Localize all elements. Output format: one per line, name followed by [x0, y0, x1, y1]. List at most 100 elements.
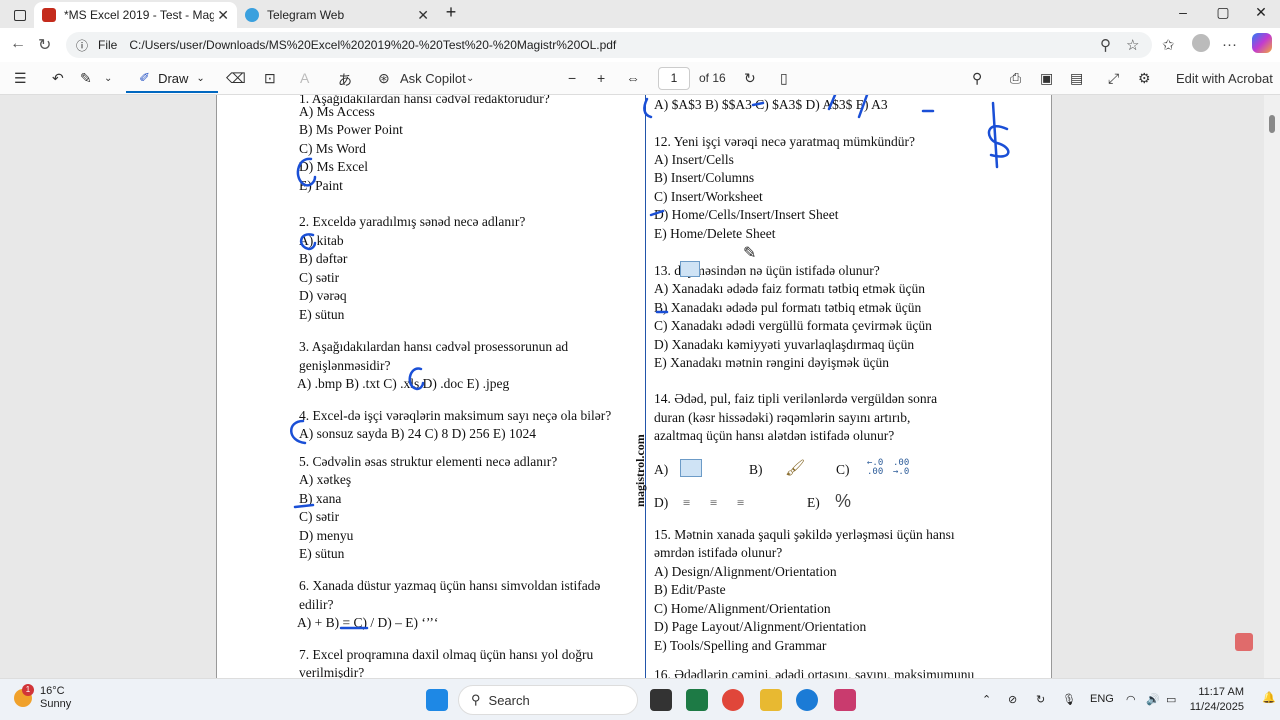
text-line: E) Xanadakı mətnin rəngini dəyişmək üçün: [654, 355, 890, 370]
column-divider: [645, 95, 646, 678]
text-line: B) Ms Power Point: [299, 122, 403, 137]
battery-icon[interactable]: ▭: [1166, 693, 1176, 706]
minimize-button[interactable]: –: [1168, 4, 1198, 20]
edge-icon[interactable]: [796, 689, 818, 711]
close-tab-icon[interactable]: ✕: [417, 7, 429, 24]
clock[interactable]: 11:17 AM 11/24/2025: [1190, 685, 1244, 715]
eraser-icon[interactable]: ⌫: [226, 70, 246, 87]
taskbar-search[interactable]: ⚲ Search: [458, 685, 638, 715]
text-line: edilir?: [299, 597, 334, 612]
text-line: 2. Exceldə yaradılmış sənəd necə adlanır…: [299, 214, 526, 229]
save-pdf-badge-icon[interactable]: [1235, 633, 1253, 651]
draw-button[interactable]: ✐ Draw ⌄: [126, 65, 218, 93]
text-line: əmrdən istifadə olunur?: [654, 545, 783, 560]
align-left-icon: ≡: [683, 495, 691, 510]
text-line: C) Insert/Worksheet: [654, 189, 763, 204]
language-indicator[interactable]: ENG: [1090, 693, 1114, 705]
sun-icon: 1: [14, 684, 34, 707]
zoom-in-icon[interactable]: +: [597, 70, 605, 86]
page-view-icon[interactable]: ▯: [780, 70, 788, 87]
temperature: 16°C: [40, 685, 65, 697]
location-off-icon[interactable]: ⊘: [1008, 693, 1017, 706]
text-line: 15. Mətnin xanada şaquli şəkildə yerləşm…: [654, 527, 955, 542]
close-window-button[interactable]: ✕: [1246, 4, 1276, 21]
task-view-icon[interactable]: [650, 689, 672, 711]
file-explorer-icon[interactable]: [760, 689, 782, 711]
text-line: 16. Ədədlərin cəmini, ədədi ortasını, sa…: [654, 667, 975, 678]
tab-excel-pdf[interactable]: *MS Excel 2019 - Test - Magistr O ✕: [34, 2, 237, 28]
text-line: azaltmaq üçün hansı alətdən istifadə olu…: [654, 428, 895, 443]
highlight-icon[interactable]: ✎: [80, 70, 92, 87]
date: 11/24/2025: [1189, 701, 1244, 713]
print-icon[interactable]: ⎙: [1010, 70, 1021, 87]
excel-icon[interactable]: [686, 689, 708, 711]
notifications-icon[interactable]: 🔔: [1262, 691, 1276, 704]
windows-start-icon[interactable]: [426, 689, 448, 711]
more-icon[interactable]: ···: [1222, 36, 1237, 53]
page-number-input[interactable]: 1: [658, 67, 690, 90]
chevron-up-icon[interactable]: ⌃: [982, 693, 991, 706]
tab-actions-icon[interactable]: [6, 2, 34, 28]
zoom-out-icon[interactable]: −: [568, 70, 576, 86]
fit-width-icon[interactable]: ⇔: [626, 70, 640, 86]
close-tab-icon[interactable]: ✕: [217, 7, 229, 24]
text-line: D) Ms Excel: [299, 159, 368, 174]
text-box-icon[interactable]: ⊡: [264, 70, 276, 87]
chrome-icon[interactable]: [722, 689, 744, 711]
save-as-icon[interactable]: ▤: [1070, 70, 1083, 87]
settings-gear-icon[interactable]: ⚙: [1138, 70, 1151, 87]
undo-icon[interactable]: ↶: [52, 70, 64, 87]
text-line: B): [749, 462, 763, 477]
maximize-button[interactable]: ▢: [1208, 4, 1238, 21]
profile-avatar[interactable]: [1192, 34, 1210, 52]
microphone-icon[interactable]: 🎙: [1062, 693, 1076, 706]
refresh-icon[interactable]: ↻: [38, 35, 51, 55]
read-aloud-icon: A: [300, 70, 310, 86]
text-line: 13. düyməsindən nə üçün istifadə olunur?: [654, 263, 880, 278]
text-line: B) xana: [299, 491, 342, 506]
contents-icon[interactable]: ☰: [14, 70, 27, 87]
file-label: File: [98, 38, 118, 52]
chevron-down-icon: ⌄: [196, 72, 205, 84]
tab-bar: *MS Excel 2019 - Test - Magistr O ✕ Tele…: [0, 0, 1280, 28]
text-line: E): [807, 495, 820, 510]
rotate-icon[interactable]: ↻: [744, 70, 756, 87]
save-icon[interactable]: ▣: [1040, 70, 1053, 87]
url-field[interactable]: ⓘ File C:/Users/user/Downloads/MS%20Exce…: [66, 32, 1152, 58]
text-line: B) dəftər: [299, 251, 348, 266]
favorites-icon[interactable]: ✩: [1162, 36, 1175, 54]
scrollbar-thumb[interactable]: [1269, 115, 1275, 133]
pdf-viewer[interactable]: 1. Aşağıdakılardan hansı cədvəl redaktor…: [0, 95, 1280, 678]
favorite-star-icon[interactable]: ☆: [1126, 36, 1139, 54]
zoom-icon[interactable]: ⚲: [1100, 36, 1111, 54]
info-icon[interactable]: ⓘ: [76, 37, 88, 54]
tab-telegram[interactable]: Telegram Web ✕: [237, 2, 437, 28]
text-line: E) sütun: [299, 546, 345, 561]
text-line: B) Insert/Columns: [654, 170, 755, 185]
snipping-tool-icon[interactable]: [834, 689, 856, 711]
draw-label: Draw: [158, 70, 189, 86]
text-line: 12. Yeni işçi vərəqi necə yaratmaq mümkü…: [654, 134, 915, 149]
search-label: Search: [488, 692, 530, 708]
translate-icon[interactable]: あ: [338, 70, 352, 90]
search-icon[interactable]: ⚲: [972, 70, 982, 87]
copilot-small-icon[interactable]: ⊛: [378, 70, 390, 87]
volume-icon[interactable]: 🔊: [1146, 693, 1160, 706]
chevron-down-icon[interactable]: ⌄: [466, 73, 474, 84]
new-tab-button[interactable]: +: [436, 2, 466, 23]
copilot-icon[interactable]: [1252, 33, 1272, 53]
scrollbar[interactable]: [1264, 95, 1280, 678]
chevron-down-icon[interactable]: ⌄: [104, 73, 112, 84]
text-line: A) Xanadakı ədədə faiz formatı tətbiq et…: [654, 281, 926, 296]
text-line: 14. Ədəd, pul, faiz tipli verilənlərdə v…: [654, 391, 938, 406]
edit-with-acrobat-button[interactable]: Edit with Acrobat: [1176, 71, 1273, 86]
text-line: A) xətkeş: [299, 472, 352, 487]
weather-widget[interactable]: 1 16°C Sunny: [14, 684, 71, 711]
ask-copilot-button[interactable]: Ask Copilot: [400, 71, 466, 86]
text-line: A) + B) = C) / D) – E) ‘’’‘: [297, 615, 439, 630]
text-line: 6. Xanada düstur yazmaq üçün hansı simvo…: [299, 578, 601, 593]
back-icon[interactable]: ←: [10, 35, 26, 53]
sync-icon[interactable]: ↻: [1036, 693, 1045, 706]
fullscreen-icon[interactable]: ⤢: [1108, 70, 1119, 87]
wifi-icon[interactable]: ◠: [1126, 693, 1136, 706]
